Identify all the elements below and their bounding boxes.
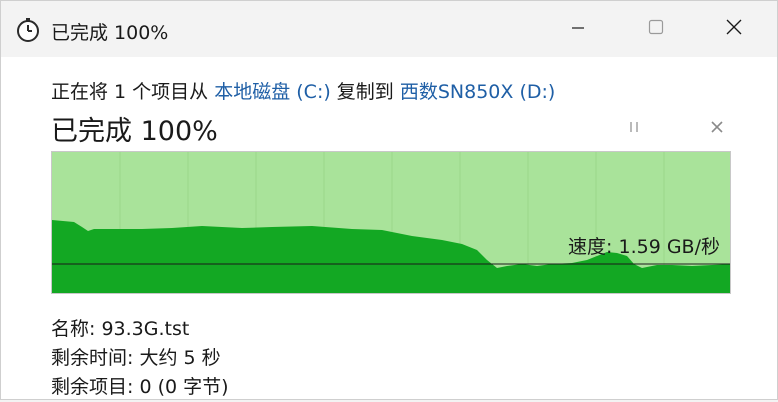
- minimize-button[interactable]: [543, 1, 613, 57]
- detail-items-label: 剩余项目:: [51, 376, 140, 398]
- detail-time-row: 剩余时间: 大约 5 秒: [51, 344, 229, 373]
- detail-time-value: 大约 5 秒: [139, 347, 221, 369]
- copy-progress-window: 已完成 100% 正在将 1 个项目从 本地磁盘 (C:) 复制到 西数SN85…: [0, 0, 778, 400]
- window-title: 已完成 100%: [51, 22, 169, 44]
- title-bar[interactable]: 已完成 100%: [1, 1, 777, 57]
- detail-name-value: 93.3G.tst: [101, 318, 190, 340]
- copy-status-line: 正在将 1 个项目从 本地磁盘 (C:) 复制到 西数SN850X (D:): [51, 77, 555, 104]
- minimize-icon: [571, 20, 585, 39]
- speed-graph-svg: [52, 152, 730, 293]
- close-icon: [725, 18, 743, 40]
- detail-items-value: 0 (0 字节): [139, 376, 229, 398]
- stopwatch-icon: [15, 17, 41, 43]
- pause-button[interactable]: [618, 113, 650, 143]
- detail-name-row: 名称: 93.3G.tst: [51, 315, 229, 344]
- transfer-speed-graph: 速度: 1.59 GB/秒: [51, 151, 731, 294]
- speed-label: 速度: 1.59 GB/秒: [568, 236, 720, 258]
- close-button[interactable]: [699, 1, 769, 57]
- detail-items-row: 剩余项目: 0 (0 字节): [51, 373, 229, 402]
- maximize-button[interactable]: [621, 1, 691, 57]
- status-prefix: 正在将 1 个项目从: [51, 81, 215, 103]
- pause-icon: [627, 119, 641, 138]
- cancel-icon: [710, 119, 724, 138]
- dialog-content: 正在将 1 个项目从 本地磁盘 (C:) 复制到 西数SN850X (D:) 已…: [1, 57, 777, 399]
- detail-name-label: 名称:: [51, 318, 102, 340]
- progress-title: 已完成 100%: [51, 116, 218, 147]
- source-drive-link[interactable]: 本地磁盘 (C:): [214, 81, 331, 103]
- destination-drive-link[interactable]: 西数SN850X (D:): [400, 81, 555, 103]
- maximize-icon: [648, 19, 664, 39]
- status-middle: 复制到: [330, 81, 400, 103]
- detail-time-label: 剩余时间:: [51, 347, 140, 369]
- transfer-details: 名称: 93.3G.tst 剩余时间: 大约 5 秒 剩余项目: 0 (0 字节…: [51, 315, 229, 402]
- cancel-button[interactable]: [701, 113, 733, 143]
